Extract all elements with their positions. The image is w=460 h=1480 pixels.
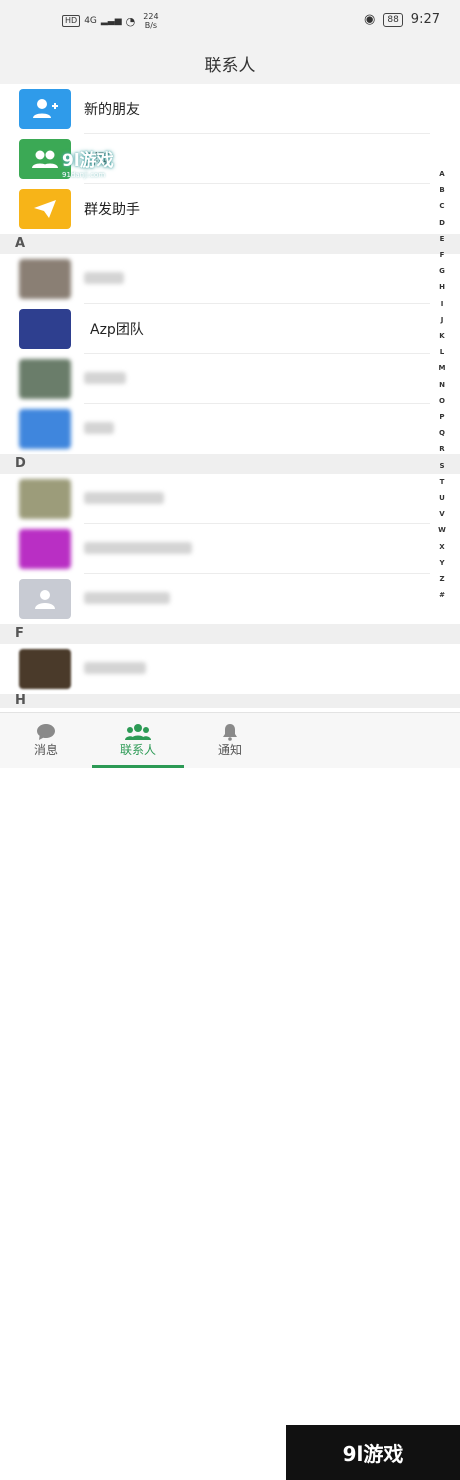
index-letter[interactable]: D <box>439 215 445 231</box>
broadcast-icon <box>19 189 71 229</box>
blurred-name <box>84 542 192 554</box>
blurred-name <box>84 272 124 284</box>
function-broadcast[interactable]: 群发助手 <box>0 184 460 234</box>
index-letter[interactable]: U <box>439 490 445 506</box>
blurred-name <box>84 592 170 604</box>
index-letter[interactable]: E <box>440 231 445 247</box>
index-letter[interactable]: G <box>439 263 445 279</box>
function-group-chat[interactable]: 群聊 <box>0 134 460 184</box>
index-letter[interactable]: M <box>439 360 446 376</box>
avatar <box>19 409 71 449</box>
index-letter[interactable]: T <box>440 474 445 490</box>
watermark-logo-text: 9l游戏 <box>342 1442 404 1466</box>
contact-row[interactable] <box>0 404 460 454</box>
function-label: 群聊 <box>84 152 112 168</box>
avatar <box>19 479 71 519</box>
tab-label: 联系人 <box>119 743 156 757</box>
tab-contacts[interactable]: 联系人 <box>92 713 184 768</box>
tab-messages[interactable]: 消息 <box>0 713 92 768</box>
contact-row[interactable] <box>0 524 460 574</box>
avatar <box>19 649 71 689</box>
index-letter[interactable]: Z <box>439 571 444 587</box>
section-header-f: F <box>0 624 460 644</box>
default-avatar-icon <box>19 579 71 619</box>
index-letter[interactable]: C <box>439 198 444 214</box>
tab-label: 通知 <box>217 743 242 757</box>
net-speed-unit: B/s <box>144 21 158 30</box>
contact-row[interactable] <box>0 354 460 404</box>
clock: 9:27 <box>410 12 440 27</box>
section-header-a: A <box>0 234 460 254</box>
wifi-icon: ◔ <box>125 14 136 28</box>
avatar <box>19 529 71 569</box>
status-right: ◉ 88 9:27 <box>364 12 440 27</box>
index-letter[interactable]: J <box>441 312 444 328</box>
index-letter[interactable]: P <box>439 409 444 425</box>
contact-row[interactable]: Azp团队 <box>0 304 460 354</box>
contact-row[interactable] <box>0 254 460 304</box>
function-label: 新的朋友 <box>84 102 140 118</box>
index-letter[interactable]: L <box>440 344 444 360</box>
avatar <box>19 259 71 299</box>
net-speed-value: 224 <box>143 12 159 21</box>
hd-badge: HD <box>62 15 81 27</box>
index-letter[interactable]: S <box>439 458 444 474</box>
blurred-name <box>84 662 146 674</box>
blurred-name <box>84 422 114 434</box>
blurred-name <box>84 372 126 384</box>
index-letter[interactable]: H <box>439 279 445 295</box>
index-letter[interactable]: R <box>439 441 444 457</box>
status-left: HD 4G ▂▃▅ ◔ 224 B/s <box>62 12 159 30</box>
index-letter[interactable]: Y <box>439 555 444 571</box>
index-letter[interactable]: X <box>439 539 444 555</box>
page-title: 联系人 <box>0 42 460 84</box>
index-letter[interactable]: W <box>438 522 446 538</box>
tab-label: 消息 <box>33 743 58 757</box>
function-new-friends[interactable]: 新的朋友 <box>0 84 460 134</box>
index-letter[interactable]: I <box>441 296 444 312</box>
net-speed: 224 B/s <box>143 12 158 30</box>
eye-icon: ◉ <box>364 12 376 27</box>
section-header-h: H <box>0 694 460 708</box>
index-letter[interactable]: A <box>439 166 444 182</box>
bottom-tab-bar: 消息 联系人 通知 9l游戏 <box>0 712 460 1480</box>
group-chat-icon <box>19 139 71 179</box>
index-letter[interactable]: F <box>440 247 445 263</box>
index-letter[interactable]: N <box>439 377 445 393</box>
tab-notifications[interactable]: 通知 <box>184 713 276 768</box>
index-letter[interactable]: Q <box>439 425 445 441</box>
contact-list[interactable]: 新的朋友 群聊 群发助手 A Azp团队 D F H <box>0 84 460 708</box>
contact-row[interactable] <box>0 644 460 694</box>
blurred-name <box>84 492 164 504</box>
index-letter[interactable]: # <box>439 587 445 603</box>
watermark-logo: 9l游戏 <box>286 1425 460 1480</box>
section-header-d: D <box>0 454 460 474</box>
chat-bubble-icon <box>37 724 55 740</box>
contact-row[interactable] <box>0 574 460 624</box>
index-letter[interactable]: V <box>439 506 444 522</box>
index-letter[interactable]: B <box>439 182 444 198</box>
index-letter[interactable]: O <box>439 393 445 409</box>
status-bar: HD 4G ▂▃▅ ◔ 224 B/s ◉ 88 9:27 <box>0 0 460 42</box>
contact-row[interactable] <box>0 474 460 524</box>
avatar <box>19 359 71 399</box>
contact-name: Azp团队 <box>90 322 144 338</box>
add-friend-icon <box>19 89 71 129</box>
avatar <box>19 309 71 349</box>
network-label: 4G <box>84 16 97 26</box>
contacts-icon <box>125 724 151 740</box>
signal-icon: ▂▃▅ <box>100 16 122 26</box>
alphabet-index[interactable]: A B C D E F G H I J K L M N O P Q R S T U V W X Y Z # <box>436 166 448 603</box>
bell-icon <box>223 724 237 741</box>
index-letter[interactable]: K <box>439 328 444 344</box>
function-label: 群发助手 <box>84 202 140 218</box>
battery-indicator: 88 <box>383 12 403 27</box>
